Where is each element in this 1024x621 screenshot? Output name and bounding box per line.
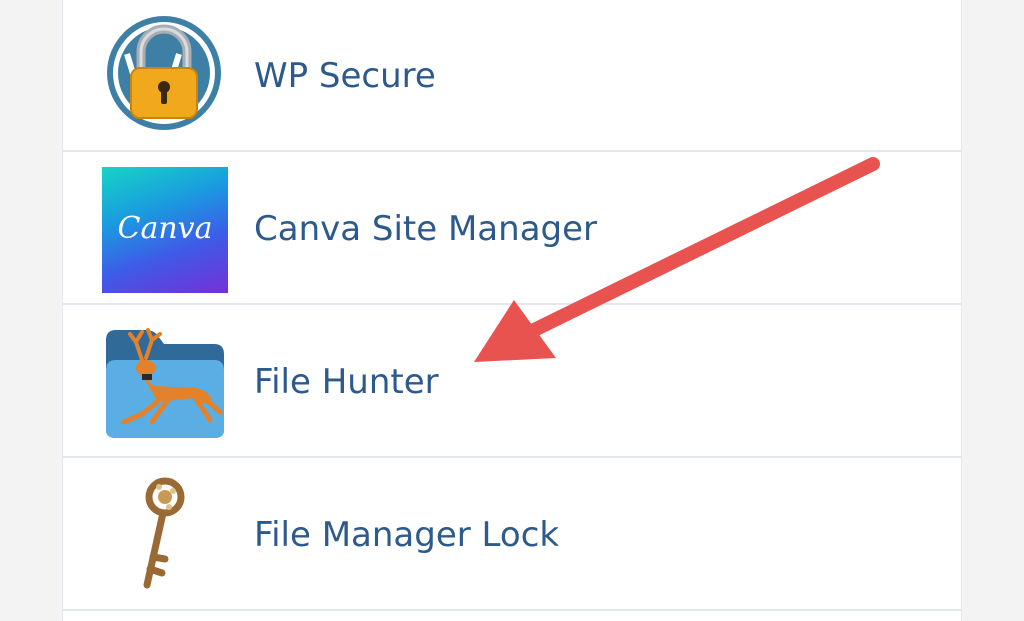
plugin-item-wp-secure[interactable]: WP Secure: [63, 0, 961, 152]
skeleton-key-icon: [143, 477, 185, 589]
folder-deer-icon: [106, 328, 224, 438]
plugin-label-wp-secure[interactable]: WP Secure: [254, 56, 436, 96]
plugin-item-file-manager-lock[interactable]: File Manager Lock: [63, 459, 961, 611]
wp-padlock-icon: [107, 16, 221, 130]
plugin-list: WP Secure Canva Canva Site Manager File …: [62, 0, 962, 621]
page: WP Secure Canva Canva Site Manager File …: [0, 0, 1024, 621]
plugin-label-file-hunter[interactable]: File Hunter: [254, 362, 439, 402]
plugin-item-file-hunter[interactable]: File Hunter: [63, 306, 961, 458]
plugin-item-canva-site-manager[interactable]: Canva Canva Site Manager: [63, 153, 961, 305]
plugin-label-file-manager-lock[interactable]: File Manager Lock: [254, 515, 559, 555]
canva-logo-text: Canva: [117, 211, 213, 246]
plugin-label-canva-site-manager[interactable]: Canva Site Manager: [254, 209, 597, 249]
canva-logo-icon: Canva: [102, 167, 228, 293]
